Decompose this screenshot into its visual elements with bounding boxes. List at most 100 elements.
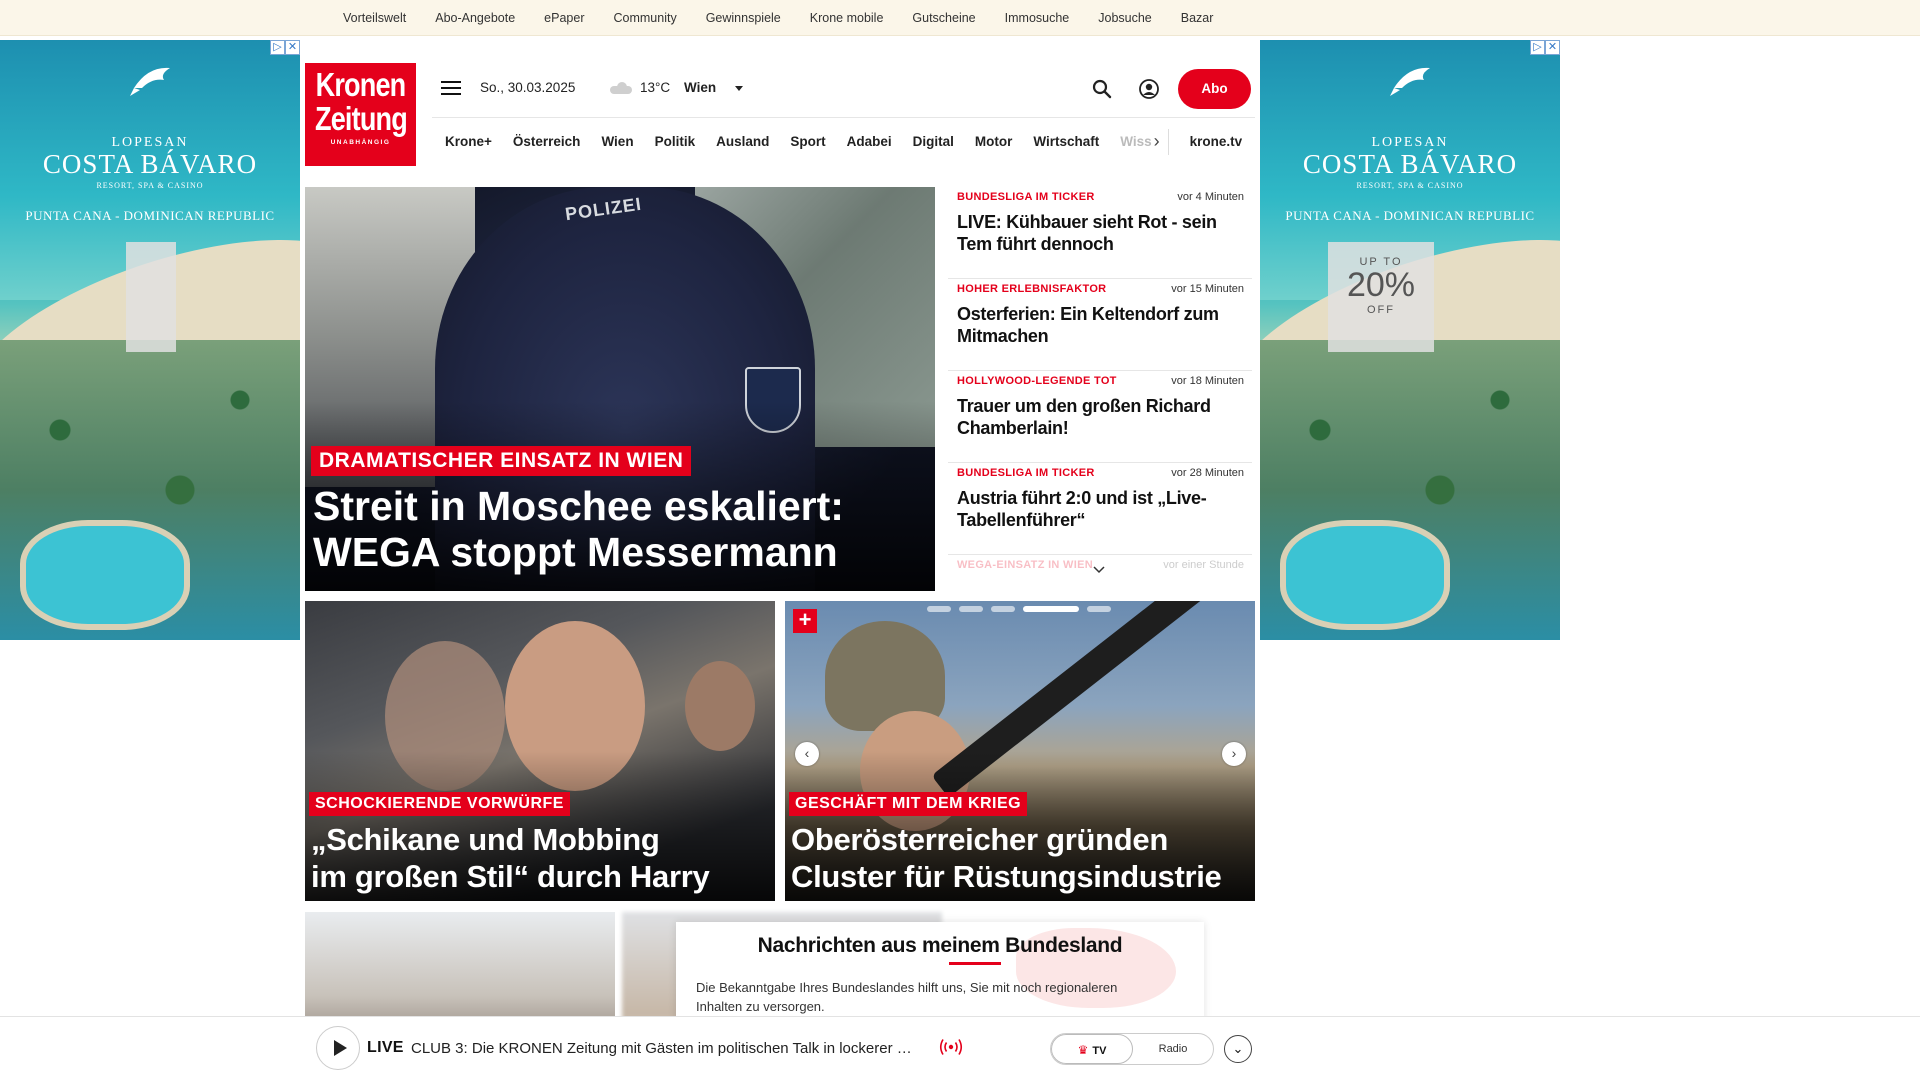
ticker-title: Osterferien: Ein Keltendorf zum Mitmache… [957, 304, 1219, 346]
ticker-item[interactable]: Hollywood-Legende tot vor 18 Minuten Tra… [948, 371, 1252, 463]
weather-widget[interactable]: 13°C [610, 80, 670, 95]
card-headline[interactable]: Oberösterreicher gründen Cluster für Rüs… [791, 821, 1251, 895]
crown-icon: ♛ [1077, 1043, 1089, 1057]
krone-plus-icon: + [793, 609, 817, 633]
card-headline-line-1: Oberösterreicher gründen [791, 822, 1168, 857]
bundesland-title: Nachrichten aus meinem Bundesland [757, 934, 1123, 957]
ad-pool-image [1280, 520, 1450, 630]
ticker-title: Trauer um den großen Richard Chamberlain… [957, 396, 1211, 438]
card-headline-line-2: im großen Stil“ durch Harry [311, 859, 710, 894]
nav-item-wien[interactable]: Wien [601, 134, 633, 149]
chevron-right-icon: › [1231, 745, 1237, 761]
topbar-link-immosuche[interactable]: Immosuche [1005, 11, 1070, 25]
carousel-dot[interactable] [991, 606, 1015, 612]
carousel-prev-button[interactable]: ‹ [795, 742, 819, 766]
tv-radio-toggle: ♛ TV Radio [1050, 1033, 1214, 1065]
ad-location: PUNTA CANA - DOMINICAN REPUBLIC [25, 208, 275, 223]
logo-tagline: UNABHÄNGIG [330, 139, 391, 146]
carousel-dot[interactable] [1087, 606, 1111, 612]
ad-choices[interactable]: ▷ ✕ [1530, 40, 1560, 55]
marlin-logo-icon [130, 67, 170, 96]
current-date: So., 30.03.2025 [480, 80, 576, 95]
topbar-link-jobsuche[interactable]: Jobsuche [1098, 11, 1152, 25]
topbar-link-community[interactable]: Community [613, 11, 676, 25]
ad-offer-box [126, 242, 176, 352]
main-navigation: Krone+ Österreich Wien Politik Ausland S… [432, 117, 1255, 165]
nav-item-politik[interactable]: Politik [655, 134, 696, 149]
top-utility-bar: Vorteilswelt Abo-Angebote ePaper Communi… [0, 0, 1920, 36]
close-icon[interactable]: ✕ [285, 40, 300, 55]
nav-item-wissen[interactable]: Wiss [1120, 134, 1151, 149]
ticker-time: vor 28 Minuten [1171, 467, 1244, 479]
topbar-link-bazar[interactable]: Bazar [1181, 11, 1214, 25]
nav-item-ausland[interactable]: Ausland [716, 134, 769, 149]
topbar-link-gutscheine[interactable]: Gutscheine [912, 11, 975, 25]
hero-headline-line-2: WEGA stoppt Messermann [313, 529, 838, 575]
carousel-dot[interactable] [959, 606, 983, 612]
marlin-logo-icon [1390, 67, 1430, 96]
ticker-time: vor einer Stunde [1163, 559, 1244, 571]
city-selector[interactable]: Wien [684, 80, 716, 95]
left-skyscraper-ad[interactable]: LOPESAN COSTA BÁVARO RESORT, SPA & CASIN… [0, 40, 300, 640]
close-icon[interactable]: ✕ [1545, 40, 1560, 55]
nav-item-sport[interactable]: Sport [790, 134, 825, 149]
collapse-player-button[interactable]: ⌄ [1224, 1035, 1252, 1063]
card-headline[interactable]: „Schikane und Mobbing im großen Stil“ du… [311, 821, 771, 895]
topbar-link-gewinnspiele[interactable]: Gewinnspiele [706, 11, 781, 25]
bundesland-text: Die Bekanntgabe Ihres Bundeslandes hilft… [696, 980, 1118, 1014]
ad-brand-sub: RESORT, SPA & CASINO [1356, 181, 1464, 190]
ticker-item[interactable]: Bundesliga im Ticker vor 28 Minuten Aust… [948, 463, 1252, 555]
adchoices-icon[interactable]: ▷ [1530, 40, 1545, 55]
chevron-down-icon[interactable] [735, 86, 743, 91]
ad-choices[interactable]: ▷ ✕ [270, 40, 300, 55]
tv-toggle-button[interactable]: ♛ TV [1051, 1034, 1133, 1064]
title-underline [949, 962, 1001, 965]
ad-offer-bottom: OFF [1367, 303, 1395, 316]
temperature: 13°C [640, 80, 671, 95]
live-player-bar: LIVE CLUB 3: Die KRONEN Zeitung mit Gäst… [0, 1016, 1920, 1080]
nav-item-adabei[interactable]: Adabei [847, 134, 892, 149]
topbar-link-krone-mobile[interactable]: Krone mobile [810, 11, 884, 25]
hero-kicker: Dramatischer Einsatz in Wien [311, 446, 692, 476]
carousel-dots [927, 606, 1119, 612]
card-headline-line-1: „Schikane und Mobbing [311, 822, 660, 857]
live-title[interactable]: CLUB 3: Die KRONEN Zeitung mit Gästen im… [411, 1040, 912, 1057]
chevron-right-icon[interactable]: › [1154, 131, 1160, 152]
nav-item-oesterreich[interactable]: Österreich [513, 134, 581, 149]
adchoices-icon[interactable]: ▷ [270, 40, 285, 55]
carousel-dot-active[interactable] [1023, 606, 1079, 612]
nav-item-krone-plus[interactable]: Krone+ [445, 134, 492, 149]
teaser-card[interactable]: Schockierende Vorwürfe „Schikane und Mob… [305, 601, 775, 901]
hero-article[interactable]: POLIZEI Dramatischer Einsatz in Wien Str… [305, 187, 935, 591]
ticker-time: vor 15 Minuten [1171, 283, 1244, 295]
ad-location: PUNTA CANA - DOMINICAN REPUBLIC [1285, 208, 1535, 223]
right-skyscraper-ad[interactable]: LOPESAN COSTA BÁVARO RESORT, SPA & CASIN… [1260, 40, 1560, 640]
carousel-next-button[interactable]: › [1222, 742, 1246, 766]
ticker-time: vor 4 Minuten [1177, 191, 1244, 203]
ticker-item[interactable]: Bundesliga im Ticker vor 4 Minuten LIVE:… [948, 187, 1252, 279]
search-icon[interactable] [1091, 78, 1113, 100]
chevron-down-icon[interactable] [1092, 563, 1106, 577]
ad-brand: LOPESAN COSTA BÁVARO RESORT, SPA & CASIN… [0, 135, 300, 190]
radio-toggle-button[interactable]: Radio [1133, 1034, 1213, 1064]
card-kicker: Schockierende Vorwürfe [309, 792, 570, 816]
topbar-link-abo-angebote[interactable]: Abo-Angebote [435, 11, 515, 25]
play-button[interactable] [316, 1026, 360, 1070]
hero-headline[interactable]: Streit in Moschee eskaliert: WEGA stoppt… [313, 483, 913, 575]
abo-button[interactable]: Abo [1178, 69, 1251, 109]
ticker-item[interactable]: Hoher Erlebnisfaktor vor 15 Minuten Oste… [948, 279, 1252, 371]
carousel-teaser-card[interactable]: + ‹ › Geschäft mit dem Krieg Oberösterre… [785, 601, 1255, 901]
nav-item-wirtschaft[interactable]: Wirtschaft [1033, 134, 1099, 149]
nav-item-krone-tv[interactable]: krone.tv [1190, 134, 1243, 149]
nav-item-digital[interactable]: Digital [913, 134, 954, 149]
ad-offer-box: UP TO 20% OFF [1328, 242, 1434, 352]
kronen-zeitung-logo[interactable]: Kronen Zeitung UNABHÄNGIG [305, 63, 416, 166]
card-headline-line-2: Cluster für Rüstungsindustrie [791, 859, 1222, 894]
topbar-link-epaper[interactable]: ePaper [544, 11, 584, 25]
hamburger-menu-icon[interactable] [441, 81, 461, 97]
nav-item-motor[interactable]: Motor [975, 134, 1013, 149]
user-account-icon[interactable] [1138, 78, 1160, 100]
carousel-dot[interactable] [927, 606, 951, 612]
logo-line-1: Kronen [315, 66, 407, 103]
topbar-link-vorteilswelt[interactable]: Vorteilswelt [343, 11, 406, 25]
